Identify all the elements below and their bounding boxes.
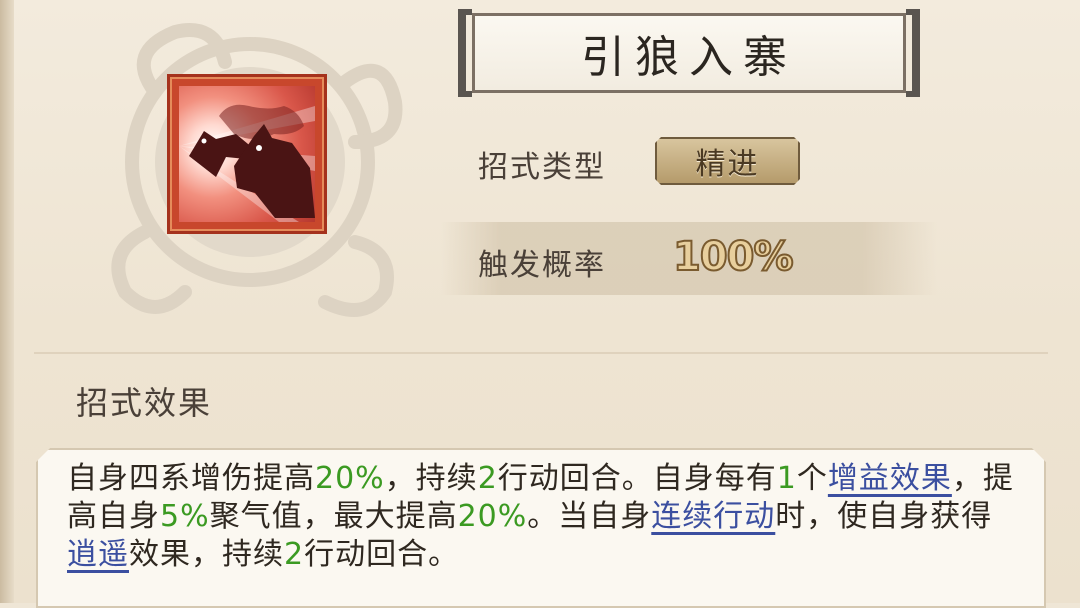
desc-text: 。当自身	[527, 499, 652, 534]
highlight-number: 2	[284, 537, 305, 572]
desc-text: 行动回合。自身每有	[497, 461, 777, 496]
desc-text: 个	[796, 461, 828, 496]
desc-text: 聚气值，最大提高	[209, 499, 458, 534]
desc-text: 时，使自身获得	[775, 499, 993, 534]
desc-text: 行动回合。	[304, 537, 460, 572]
keyword-link-buff-effect[interactable]: 增益效果	[828, 461, 952, 496]
wolves-howling-icon	[179, 86, 315, 222]
effect-description: 自身四系增伤提高20%，持续2行动回合。自身每有1个增益效果，提高自身5%聚气值…	[67, 460, 1017, 574]
highlight-number: 20%	[457, 499, 528, 534]
skill-icon	[167, 74, 327, 234]
highlight-number: 5%	[160, 499, 210, 534]
trigger-rate-label: 触发概率	[478, 248, 606, 283]
section-divider	[34, 352, 1048, 354]
skill-detail-panel: 引狼入寨 招式类型 精进 触发概率 100% 招式效果 自身四系增伤提高20%，…	[0, 0, 1080, 603]
trigger-rate-value: 100%	[672, 233, 795, 281]
panel-edge	[0, 0, 14, 603]
plaque-board: 引狼入寨	[472, 13, 906, 93]
keyword-link-consecutive-action[interactable]: 连续行动	[651, 499, 775, 534]
effect-section-title: 招式效果	[76, 384, 213, 422]
skill-type-badge: 精进	[655, 137, 800, 185]
highlight-number: 2	[477, 461, 498, 496]
highlight-number: 20%	[315, 461, 385, 496]
keyword-link-xiaoyao[interactable]: 逍遥	[67, 537, 129, 572]
plaque-bracket-left	[458, 9, 472, 97]
skill-type-value: 精进	[695, 147, 760, 182]
highlight-number: 1	[776, 461, 797, 496]
desc-text: ，持续	[384, 461, 478, 496]
skill-name: 引狼入寨	[581, 32, 797, 83]
plaque-bracket-right	[906, 9, 920, 97]
desc-text: 自身四系增伤提高	[67, 461, 315, 496]
desc-text: 效果，持续	[129, 537, 284, 572]
skill-title-plaque: 引狼入寨	[458, 9, 920, 97]
skill-type-label: 招式类型	[478, 150, 606, 185]
